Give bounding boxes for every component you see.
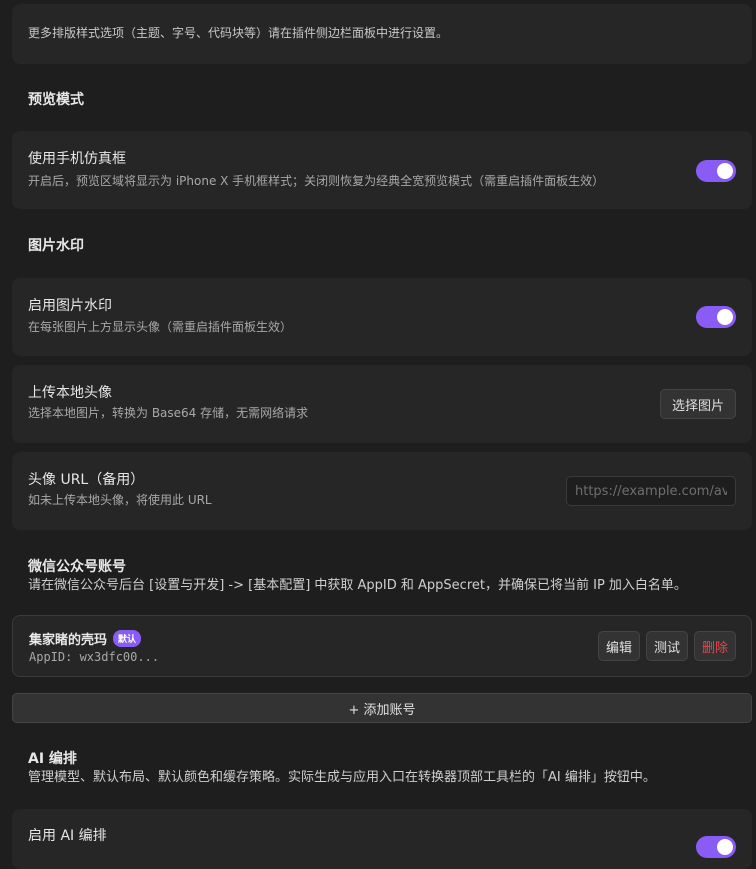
delete-account-button[interactable]: 删除 xyxy=(694,631,736,661)
default-badge: 默认 xyxy=(113,630,142,647)
enable-watermark-toggle[interactable] xyxy=(696,306,736,328)
toggle-knob xyxy=(717,309,733,325)
choose-image-button[interactable]: 选择图片 xyxy=(660,389,736,419)
enable-ai-toggle[interactable] xyxy=(696,836,736,858)
enable-watermark-title: 启用图片水印 xyxy=(28,298,112,314)
wechat-section-heading: 微信公众号账号 xyxy=(28,559,126,575)
upload-avatar-setting: 上传本地头像 选择本地图片，转换为 Base64 存储，无需网络请求 选择图片 xyxy=(12,365,752,443)
avatar-url-title: 头像 URL（备用） xyxy=(28,472,145,488)
test-account-button[interactable]: 测试 xyxy=(646,631,688,661)
intro-card: 更多排版样式选项（主题、字号、代码块等）请在插件侧边栏面板中进行设置。 xyxy=(12,4,752,64)
phone-frame-setting: 使用手机仿真框 开启后，预览区域将显示为 iPhone X 手机框样式；关闭则恢… xyxy=(12,131,752,209)
enable-watermark-desc: 在每张图片上方显示头像（需重启插件面板生效） xyxy=(28,320,293,334)
watermark-section-heading: 图片水印 xyxy=(28,238,84,254)
ai-section-heading: AI 编排 xyxy=(28,751,77,767)
toggle-knob xyxy=(717,839,733,855)
account-name: 集家睹的壳玛 xyxy=(29,633,108,648)
enable-watermark-setting: 启用图片水印 在每张图片上方显示头像（需重启插件面板生效） xyxy=(12,278,752,356)
edit-account-button[interactable]: 编辑 xyxy=(598,631,640,661)
phone-frame-toggle[interactable] xyxy=(696,160,736,182)
wechat-account-card: 集家睹的壳玛 默认 AppID: wx3dfc00... 编辑 测试 删除 xyxy=(12,615,752,677)
ai-section-desc: 管理模型、默认布局、默认颜色和缓存策略。实际生成与应用入口在转换器顶部工具栏的「… xyxy=(28,770,656,785)
phone-frame-title: 使用手机仿真框 xyxy=(28,151,126,167)
enable-ai-title: 启用 AI 编排 xyxy=(28,828,107,844)
add-account-button[interactable]: + 添加账号 xyxy=(12,693,752,723)
phone-frame-desc: 开启后，预览区域将显示为 iPhone X 手机框样式；关闭则恢复为经典全宽预览… xyxy=(28,174,605,188)
enable-ai-setting: 启用 AI 编排 xyxy=(12,809,752,869)
intro-text: 更多排版样式选项（主题、字号、代码块等）请在插件侧边栏面板中进行设置。 xyxy=(28,26,449,40)
avatar-url-desc: 如未上传本地头像，将使用此 URL xyxy=(28,493,212,507)
avatar-url-input[interactable] xyxy=(566,476,736,506)
wechat-section-desc: 请在微信公众号后台 [设置与开发] -> [基本配置] 中获取 AppID 和 … xyxy=(28,578,687,593)
account-appid: AppID: wx3dfc00... xyxy=(29,650,160,664)
upload-avatar-desc: 选择本地图片，转换为 Base64 存储，无需网络请求 xyxy=(28,406,309,420)
account-name-row: 集家睹的壳玛 默认 xyxy=(29,629,142,648)
preview-section-heading: 预览模式 xyxy=(28,92,84,108)
toggle-knob xyxy=(717,163,733,179)
avatar-url-setting: 头像 URL（备用） 如未上传本地头像，将使用此 URL xyxy=(12,452,752,530)
upload-avatar-title: 上传本地头像 xyxy=(28,385,112,401)
